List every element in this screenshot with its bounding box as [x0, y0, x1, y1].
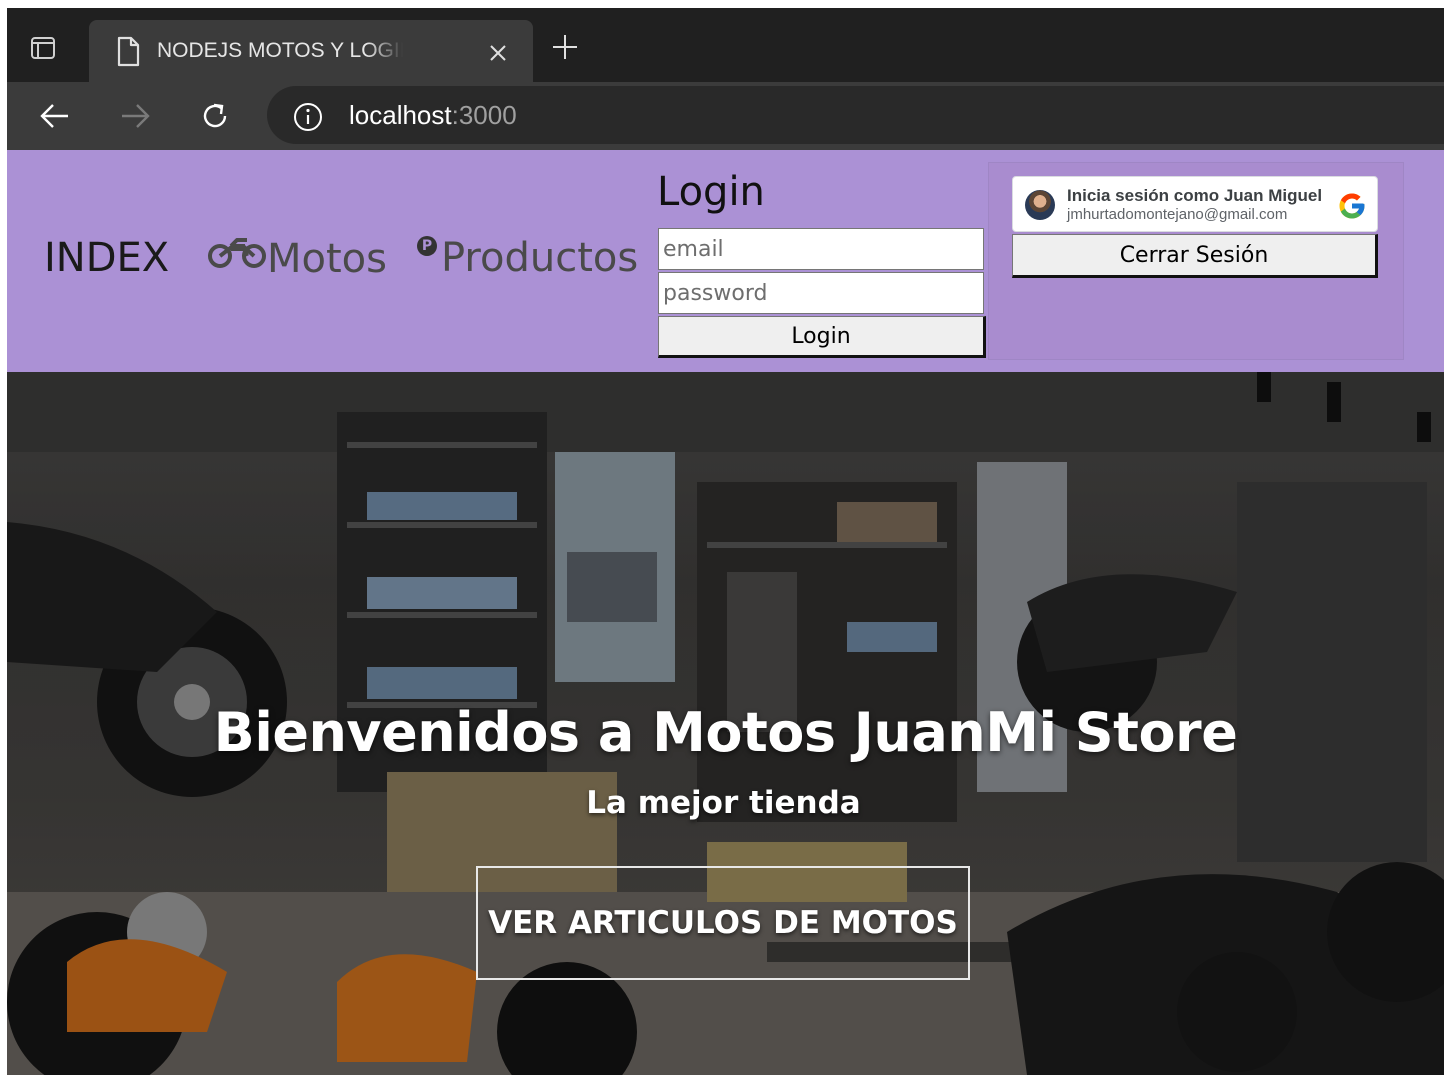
hero-subtitle: La mejor tienda: [586, 785, 861, 821]
google-signin-button[interactable]: Inicia sesión como Juan Miguel jmhurtado…: [1012, 176, 1378, 232]
info-icon[interactable]: [293, 102, 323, 136]
nav-motos-label: Motos: [267, 235, 387, 282]
active-tab[interactable]: NODEJS MOTOS Y LOGIN DE GOOGLE: [89, 20, 533, 86]
google-signin-text: Inicia sesión como Juan Miguel: [1067, 186, 1323, 205]
new-tab-icon[interactable]: [550, 32, 580, 62]
view-motorcycles-button[interactable]: VER ARTICULOS DE MOTOS: [476, 866, 970, 980]
email-field[interactable]: [658, 228, 984, 270]
web-page: INDEX Motos P Productos Login Login Inic…: [7, 150, 1444, 1075]
url-text: localhost:3000: [349, 96, 517, 134]
google-logo-icon: [1337, 191, 1367, 221]
hero-title: Bienvenidos a Motos JuanMi Store: [213, 701, 1238, 764]
tab-bar: NODEJS MOTOS Y LOGIN DE GOOGLE: [7, 8, 1444, 86]
tab-actions-icon[interactable]: [25, 30, 61, 66]
nav-productos-link[interactable]: P Productos: [417, 232, 638, 284]
tab-title: NODEJS MOTOS Y LOGIN DE GOOGLE: [157, 36, 403, 66]
login-button[interactable]: Login: [658, 316, 986, 358]
forward-icon[interactable]: [117, 98, 153, 134]
address-bar: localhost:3000: [7, 82, 1444, 150]
login-heading: Login: [657, 169, 765, 215]
google-account-email: jmhurtadomontejano@gmail.com: [1067, 206, 1288, 223]
password-field[interactable]: [658, 272, 984, 314]
site-navbar: INDEX Motos P Productos Login Login Inic…: [7, 150, 1444, 372]
url-port: :3000: [451, 100, 517, 130]
parking-icon: P: [417, 236, 437, 256]
browser-window: NODEJS MOTOS Y LOGIN DE GOOGLE localhost…: [7, 8, 1444, 1075]
back-icon[interactable]: [37, 98, 73, 134]
hero-banner: Bienvenidos a Motos JuanMi Store La mejo…: [7, 372, 1444, 1075]
url-box[interactable]: localhost:3000: [267, 86, 1444, 144]
nav-index-link[interactable]: INDEX: [44, 232, 169, 284]
motorcycle-icon: [207, 232, 267, 285]
nav-motos-link[interactable]: Motos: [207, 232, 387, 285]
url-host: localhost: [349, 100, 452, 130]
document-icon: [115, 36, 141, 72]
logout-button[interactable]: Cerrar Sesión: [1012, 234, 1378, 278]
avatar: [1025, 190, 1055, 220]
nav-productos-label: Productos: [441, 235, 639, 281]
reload-icon[interactable]: [197, 98, 233, 134]
close-tab-icon[interactable]: [485, 40, 511, 66]
